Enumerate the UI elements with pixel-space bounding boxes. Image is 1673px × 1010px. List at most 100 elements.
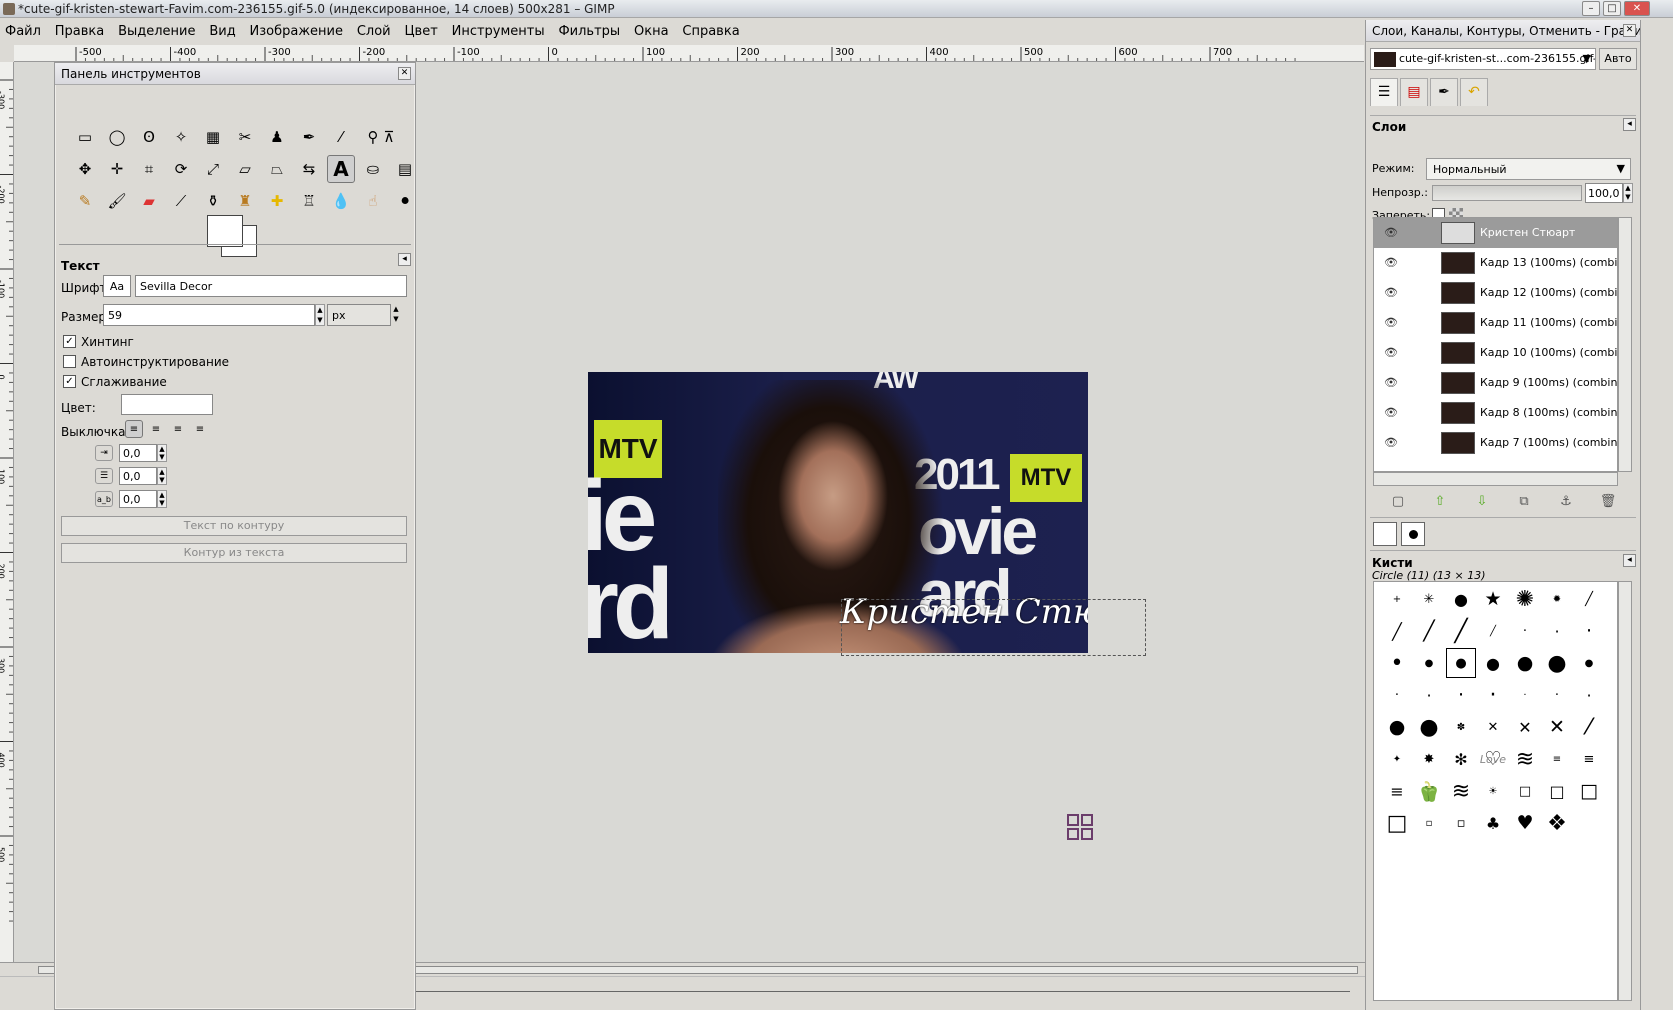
justify-right-icon[interactable]: ≡ [147, 420, 165, 438]
bucket-fill-icon[interactable]: ⛀ [359, 155, 387, 183]
paintbrush-icon[interactable]: 🖌 [103, 187, 131, 215]
brush-cell[interactable]: ♣ [1478, 808, 1508, 838]
brush-cell[interactable]: ╱ [1382, 616, 1412, 646]
brush-cell[interactable]: ✳ [1414, 584, 1444, 614]
crop-icon[interactable]: ⌗ [135, 155, 163, 183]
move-icon[interactable]: ✥ [71, 155, 99, 183]
brush-cell[interactable]: · [1414, 680, 1444, 710]
brush-cell[interactable]: □ [1510, 776, 1540, 806]
brush-cell[interactable]: ● [1574, 648, 1604, 678]
menu-colors[interactable]: Цвет [399, 21, 442, 42]
layers-list[interactable]: 👁 Кристен Стюарт 👁 Кадр 13 (100ms) (combine… [1373, 217, 1618, 472]
close-icon[interactable]: ✕ [1623, 24, 1636, 37]
brush-cell[interactable]: ▫ [1446, 808, 1476, 838]
size-input[interactable]: 59 [103, 304, 315, 326]
brush-cell[interactable]: ● [1446, 648, 1476, 678]
opacity-spinner[interactable]: ▲ ▼ [1623, 183, 1633, 203]
brush-cell[interactable]: ▫ [1414, 808, 1444, 838]
layers-horizontal-scrollbar[interactable] [1373, 472, 1618, 486]
brush-cell[interactable]: ╱ [1574, 584, 1604, 614]
brush-cell[interactable]: · [1478, 680, 1508, 710]
text-along-path-button[interactable]: Текст по контуру [61, 516, 407, 536]
eye-icon[interactable]: 👁 [1384, 406, 1398, 419]
flip-icon[interactable]: ⇆ [295, 155, 323, 183]
layer-row[interactable]: 👁 Кадр 12 (100ms) (combine) [1374, 278, 1617, 308]
brush-cell[interactable]: ⁄ [1574, 712, 1604, 742]
color-picker-icon[interactable]: ⁄ [327, 123, 355, 151]
raise-layer-icon[interactable]: ⇧ [1429, 492, 1451, 512]
brush-view-list-icon[interactable] [1373, 522, 1397, 546]
brush-cell[interactable]: ≋ [1446, 776, 1476, 806]
antialias-checkbox[interactable]: ✓ [63, 375, 76, 388]
brush-cell[interactable]: ● [1542, 648, 1572, 678]
font-picker-icon[interactable]: Aa [103, 275, 131, 297]
delete-layer-icon[interactable]: 🗑 [1597, 492, 1619, 512]
clone-icon[interactable]: ♜ [231, 187, 259, 215]
perspective-clone-icon[interactable]: ♖ [295, 187, 323, 215]
brush-cell[interactable]: · [1542, 680, 1572, 710]
eye-icon[interactable]: 👁 [1384, 346, 1398, 359]
rotate-icon[interactable]: ⟳ [167, 155, 195, 183]
opacity-slider[interactable] [1432, 185, 1582, 201]
brush-cell[interactable]: ≡ [1542, 744, 1572, 774]
font-input[interactable]: Sevilla Decor [135, 275, 407, 297]
indent-input[interactable]: 0,0 [119, 444, 157, 462]
perspective-icon[interactable]: ⏢ [263, 155, 291, 183]
eraser-icon[interactable]: ▰ [135, 187, 163, 215]
tab-undo-icon[interactable]: ↶ [1460, 78, 1488, 106]
menu-filters[interactable]: Фильтры [553, 21, 625, 42]
brush-cell[interactable]: + [1382, 584, 1412, 614]
foreground-select-icon[interactable]: ♟ [263, 123, 291, 151]
brush-cell[interactable]: ● [1382, 712, 1412, 742]
menu-tools[interactable]: Инструменты [447, 21, 550, 42]
brush-cell[interactable]: ☀ [1478, 776, 1508, 806]
menu-select[interactable]: Выделение [113, 21, 200, 42]
shear-icon[interactable]: ▱ [231, 155, 259, 183]
brush-cell[interactable]: 🫑 [1414, 776, 1444, 806]
lasso-icon[interactable]: ʘ [135, 123, 163, 151]
menu-windows[interactable]: Окна [629, 21, 674, 42]
justify-center-icon[interactable]: ≡ [169, 420, 187, 438]
opacity-input[interactable]: 100,0 [1585, 183, 1623, 203]
layer-row[interactable]: 👁 Кристен Стюарт [1374, 218, 1617, 248]
eye-icon[interactable]: 👁 [1384, 436, 1398, 449]
close-button[interactable]: ✕ [1624, 1, 1650, 16]
brush-view-grid-icon[interactable] [1401, 522, 1425, 546]
indent-spinner[interactable]: ▲ ▼ [157, 444, 167, 462]
lower-layer-icon[interactable]: ⇩ [1471, 492, 1493, 512]
menu-edit[interactable]: Правка [50, 21, 109, 42]
layers-vertical-scrollbar[interactable] [1618, 217, 1632, 472]
brush-cell[interactable]: ● [1446, 584, 1476, 614]
panel-menu-icon[interactable]: ◂ [1623, 554, 1636, 567]
ellipse-select-icon[interactable]: ◯ [103, 123, 131, 151]
foreground-color-swatch[interactable] [207, 215, 243, 247]
brush-cell[interactable]: • [1382, 648, 1412, 678]
eye-icon[interactable]: 👁 [1384, 376, 1398, 389]
minimize-button[interactable]: – [1582, 1, 1600, 16]
menu-layer[interactable]: Слой [352, 21, 396, 42]
new-layer-icon[interactable]: ▢ [1387, 492, 1409, 512]
brush-cell[interactable]: · [1574, 616, 1604, 646]
letter-spacing-input[interactable]: 0,0 [119, 490, 157, 508]
brush-cell[interactable]: ♥ [1510, 808, 1540, 838]
tab-layers-icon[interactable]: ☰ [1370, 78, 1398, 106]
scissors-icon[interactable]: ✂ [231, 123, 259, 151]
color-select-icon[interactable]: ▦ [199, 123, 227, 151]
horizontal-ruler[interactable]: -500 -400 -300 -200 -100 0 100 200 300 400 500 600 7… [14, 45, 1364, 62]
eye-icon[interactable]: 👁 [1384, 226, 1398, 239]
maximize-button[interactable]: □ [1603, 1, 1621, 16]
fuzzy-select-icon[interactable]: ✧ [167, 123, 195, 151]
duplicate-layer-icon[interactable]: ⧉ [1513, 492, 1535, 512]
eye-icon[interactable]: 👁 [1384, 316, 1398, 329]
blur-icon[interactable]: 💧 [327, 187, 355, 215]
panel-menu-icon[interactable]: ◂ [398, 253, 411, 266]
tab-channels-icon[interactable]: ▤ [1400, 78, 1428, 106]
brush-cell[interactable]: Love [1478, 744, 1508, 774]
eye-icon[interactable]: 👁 [1384, 286, 1398, 299]
autohint-checkbox[interactable] [63, 355, 76, 368]
brush-cell[interactable]: ✦ [1382, 744, 1412, 774]
text-tool-icon[interactable]: A [327, 155, 355, 183]
brush-cell[interactable]: ≡ [1382, 776, 1412, 806]
brush-cell[interactable]: · [1510, 680, 1540, 710]
layer-row[interactable]: 👁 Кадр 10 (100ms) (combine) [1374, 338, 1617, 368]
